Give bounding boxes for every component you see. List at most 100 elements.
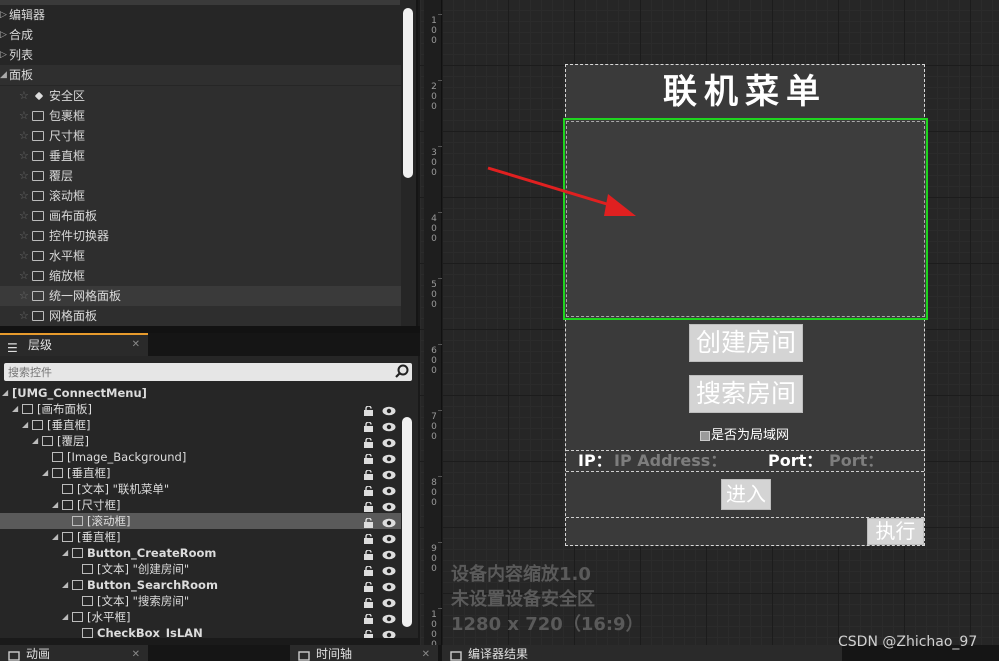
favorite-star-icon[interactable]: ☆	[19, 86, 29, 106]
expand-arrow-icon[interactable]: ◢	[62, 609, 68, 625]
palette-item[interactable]: ☆ 网格面板	[0, 306, 401, 326]
visibility-eye-icon[interactable]	[382, 452, 396, 464]
visibility-eye-icon[interactable]	[382, 548, 396, 560]
lock-icon[interactable]	[364, 500, 373, 512]
create-room-button[interactable]: 创建房间	[689, 324, 803, 362]
expand-arrow-icon[interactable]: ◢	[62, 545, 68, 561]
palette-item[interactable]: ☆ 画布面板	[0, 206, 401, 226]
lock-icon[interactable]	[364, 628, 373, 638]
expand-arrow-icon[interactable]: ◢	[12, 401, 18, 417]
lock-icon[interactable]	[364, 404, 373, 416]
expand-arrow-icon[interactable]: ◢	[32, 433, 38, 449]
palette-item[interactable]: ☆ 控件切换器	[0, 226, 401, 246]
port-input[interactable]: Port：	[829, 451, 883, 471]
hierarchy-node[interactable]: ◢ [垂直框]	[0, 529, 401, 545]
lock-icon[interactable]	[364, 484, 373, 496]
hierarchy-node[interactable]: [文本] "搜索房间"	[0, 593, 401, 609]
tab-timeline[interactable]: 时间轴 ✕	[290, 645, 438, 661]
collapsed-arrow-icon[interactable]: ▷	[0, 25, 7, 45]
visibility-eye-icon[interactable]	[382, 436, 396, 448]
hierarchy-node[interactable]: ◢ [水平框]	[0, 609, 401, 625]
lock-icon[interactable]	[364, 532, 373, 544]
hierarchy-node[interactable]: [滚动框]	[0, 513, 401, 529]
lock-icon[interactable]	[364, 596, 373, 608]
visibility-eye-icon[interactable]	[382, 532, 396, 544]
lock-icon[interactable]	[364, 420, 373, 432]
lock-icon[interactable]	[364, 516, 373, 528]
visibility-eye-icon[interactable]	[382, 420, 396, 432]
favorite-star-icon[interactable]: ☆	[19, 126, 29, 146]
expand-arrow-icon[interactable]: ◢	[22, 417, 28, 433]
hierarchy-node[interactable]: [文本] "联机菜单"	[0, 481, 401, 497]
palette-category[interactable]: ◢ 面板	[0, 65, 401, 85]
palette-item[interactable]: ☆ 安全区	[0, 86, 401, 106]
visibility-eye-icon[interactable]	[382, 596, 396, 608]
tab-compiler[interactable]: 编译器结果	[442, 645, 842, 661]
search-room-button[interactable]: 搜索房间	[689, 375, 803, 413]
hierarchy-node[interactable]: CheckBox_IsLAN	[0, 625, 401, 638]
hierarchy-scrollbar[interactable]	[402, 417, 412, 627]
visibility-eye-icon[interactable]	[382, 580, 396, 592]
expand-arrow-icon[interactable]: ◢	[62, 577, 68, 593]
lock-icon[interactable]	[364, 564, 373, 576]
hierarchy-node[interactable]: ◢ Button_CreateRoom	[0, 545, 401, 561]
close-icon[interactable]: ✕	[422, 646, 430, 661]
palette-item[interactable]: ☆ 尺寸框	[0, 126, 401, 146]
expand-arrow-icon[interactable]: ◢	[42, 465, 48, 481]
ip-address-input[interactable]: IP Address：	[614, 451, 726, 471]
hierarchy-node[interactable]: [文本] "创建房间"	[0, 561, 401, 577]
favorite-star-icon[interactable]: ☆	[19, 266, 29, 286]
hierarchy-node[interactable]: ◢ [垂直框]	[0, 417, 401, 433]
palette-item[interactable]: ☆ 缩放框	[0, 266, 401, 286]
favorite-star-icon[interactable]: ☆	[19, 286, 29, 306]
favorite-star-icon[interactable]: ☆	[19, 246, 29, 266]
hierarchy-node[interactable]: ◢ [UMG_ConnectMenu]	[0, 385, 401, 401]
visibility-eye-icon[interactable]	[382, 516, 396, 528]
tab-pencil[interactable]: 动画 ✕	[0, 645, 148, 661]
favorite-star-icon[interactable]: ☆	[19, 146, 29, 166]
favorite-star-icon[interactable]: ☆	[19, 226, 29, 246]
execute-button[interactable]: 执行	[867, 518, 924, 545]
palette-item[interactable]: ☆ 垂直框	[0, 146, 401, 166]
palette-item[interactable]: ☆ 覆层	[0, 166, 401, 186]
favorite-star-icon[interactable]: ☆	[19, 206, 29, 226]
lock-icon[interactable]	[364, 612, 373, 624]
collapsed-arrow-icon[interactable]: ▷	[0, 45, 7, 65]
hierarchy-node[interactable]: ◢ [画布面板]	[0, 401, 401, 417]
palette-category[interactable]: ▷ 列表	[0, 45, 401, 65]
palette-item[interactable]: ☆ 包裹框	[0, 106, 401, 126]
visibility-eye-icon[interactable]	[382, 484, 396, 496]
close-icon[interactable]: ✕	[132, 646, 140, 661]
expand-arrow-icon[interactable]: ◢	[52, 497, 58, 513]
lock-icon[interactable]	[364, 436, 373, 448]
palette-category[interactable]: ▷ 编辑器	[0, 5, 401, 25]
lock-icon[interactable]	[364, 468, 373, 480]
hierarchy-node[interactable]: ◢ Button_SearchRoom	[0, 577, 401, 593]
palette-category[interactable]: ▷ 合成	[0, 25, 401, 45]
palette-item[interactable]: ☆ 水平框	[0, 246, 401, 266]
lock-icon[interactable]	[364, 548, 373, 560]
expand-arrow-icon[interactable]: ◢	[52, 529, 58, 545]
hierarchy-node[interactable]: ◢ [覆层]	[0, 433, 401, 449]
palette-item[interactable]: ☆ 统一网格面板	[0, 286, 401, 306]
hierarchy-node[interactable]: ◢ [垂直框]	[0, 465, 401, 481]
close-icon[interactable]: ✕	[132, 335, 140, 355]
palette-item[interactable]: ☆ 滚动框	[0, 186, 401, 206]
hierarchy-node[interactable]: [Image_Background]	[0, 449, 401, 465]
palette-scrollbar[interactable]	[403, 8, 413, 178]
hierarchy-node[interactable]: ◢ [尺寸框]	[0, 497, 401, 513]
lock-icon[interactable]	[364, 452, 373, 464]
lock-icon[interactable]	[364, 580, 373, 592]
favorite-star-icon[interactable]: ☆	[19, 306, 29, 326]
lan-checkbox[interactable]	[700, 431, 710, 441]
favorite-star-icon[interactable]: ☆	[19, 106, 29, 126]
favorite-star-icon[interactable]: ☆	[19, 186, 29, 206]
visibility-eye-icon[interactable]	[382, 404, 396, 416]
visibility-eye-icon[interactable]	[382, 468, 396, 480]
widget-search-input[interactable]	[4, 363, 384, 381]
expand-arrow-icon[interactable]: ◢	[2, 385, 8, 401]
visibility-eye-icon[interactable]	[382, 628, 396, 638]
visibility-eye-icon[interactable]	[382, 500, 396, 512]
favorite-star-icon[interactable]: ☆	[19, 166, 29, 186]
search-icon[interactable]	[395, 364, 409, 378]
